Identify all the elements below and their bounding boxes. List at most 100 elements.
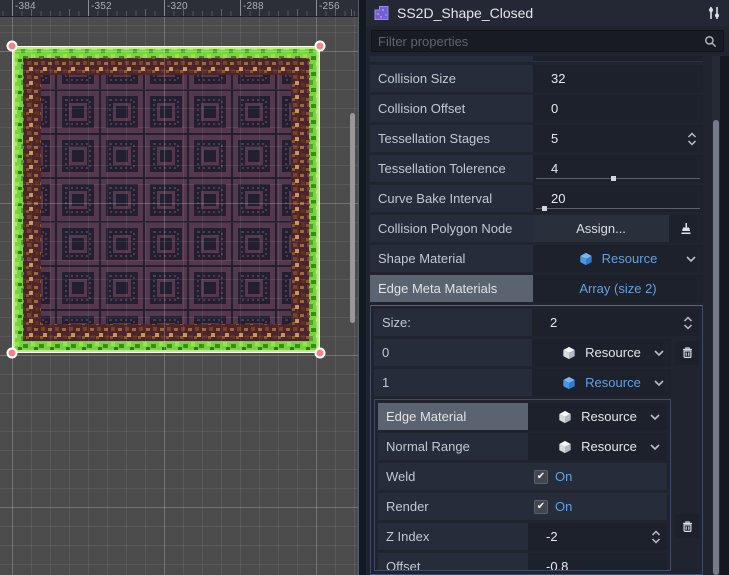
property-row: Collision Offset 0 <box>370 95 703 122</box>
curve-bake-interval-slider[interactable]: 20 <box>533 185 703 212</box>
shape-point-handle-bottom-left[interactable] <box>7 348 18 359</box>
filter-properties-searchbar[interactable] <box>371 30 724 52</box>
edge-meta-materials-array-button[interactable]: Array (size 2) <box>533 275 703 302</box>
array-item1-resource-picker[interactable]: Resource <box>532 369 671 396</box>
field-value: 0 <box>551 101 558 116</box>
resource-link: Resource <box>602 251 658 266</box>
property-row: Normal Range <box>378 433 667 460</box>
field-value: 20 <box>551 191 565 206</box>
property-row: Collision Size 32 <box>370 65 703 92</box>
property-row: Z Index -2 <box>378 523 667 550</box>
checkbox-state-label: On <box>555 499 572 514</box>
property-label: Curve Bake Interval <box>370 185 533 212</box>
slider-grabber[interactable] <box>611 176 616 181</box>
weld-checkbox-row: ✔ On <box>528 463 667 490</box>
shape-point-handle-top-left[interactable] <box>7 41 18 52</box>
edge-meta-material-subpanel: Edge Material <box>374 399 671 571</box>
field-value: -0.8 <box>546 559 568 571</box>
collision-size-field[interactable]: 32 <box>533 65 703 92</box>
ss2d-shape-sprite <box>12 46 320 353</box>
subpanel-side-column <box>675 399 699 571</box>
delete-item-button[interactable] <box>675 341 699 365</box>
weld-checkbox[interactable]: ✔ <box>534 470 548 484</box>
offset-slider[interactable]: -0.8 <box>528 553 667 571</box>
chevron-down-icon[interactable] <box>650 443 660 450</box>
slider-track <box>536 178 700 179</box>
inspector-scrollbar-thumb[interactable] <box>713 120 719 575</box>
z-index-field[interactable]: -2 <box>528 523 667 550</box>
cube-icon <box>579 252 593 266</box>
field-value: 4 <box>551 161 558 176</box>
ruler-label: -384 <box>15 1 36 12</box>
array-size-row: Size: 2 <box>374 309 699 336</box>
resource-link: Resource <box>585 375 641 390</box>
horizontal-ruler: -384 -352 -320 -288 -256 <box>0 0 358 17</box>
viewport-vertical-scrollbar[interactable] <box>350 113 355 323</box>
field-value: 2 <box>550 315 557 330</box>
property-list: Collision Size 32 Collision Offset 0 Tes… <box>370 56 703 575</box>
checkbox-state-label: On <box>555 469 572 484</box>
inspector-right-edge <box>720 56 729 575</box>
assign-node-button[interactable]: Assign... <box>533 215 669 242</box>
tune-sliders-icon[interactable] <box>706 5 722 21</box>
tessellation-stages-field[interactable]: 5 <box>533 125 703 152</box>
render-checkbox[interactable]: ✔ <box>534 500 548 514</box>
broom-icon <box>679 222 693 236</box>
property-label-highlighted: Edge Material <box>378 403 528 430</box>
updown-spinner-icon[interactable] <box>651 530 661 544</box>
property-row: Edge Material <box>378 403 667 430</box>
property-label: Size: <box>374 309 532 336</box>
property-row: Shape Material Resource <box>370 245 703 272</box>
property-label: Shape Material <box>370 245 533 272</box>
clipped-property-row <box>370 56 703 62</box>
property-label: Render <box>378 493 528 520</box>
property-label: Collision Offset <box>370 95 533 122</box>
chevron-down-icon[interactable] <box>650 413 660 420</box>
array-size-link[interactable]: Array (size 2) <box>533 281 703 296</box>
array-index-label: 1 <box>374 369 532 396</box>
chevron-down-icon[interactable] <box>654 349 664 356</box>
property-row: Edge Meta Materials Array (size 2) <box>370 275 703 302</box>
resource-link: Resource <box>581 439 637 454</box>
property-label: Z Index <box>378 523 528 550</box>
collision-polygon-node-value: Assign... <box>533 215 703 242</box>
field-value: -2 <box>546 529 558 544</box>
field-value: 32 <box>551 71 565 86</box>
ss2d-shape-icon <box>373 5 390 21</box>
slider-grabber[interactable] <box>542 206 547 211</box>
updown-spinner-icon[interactable] <box>683 316 693 330</box>
inspector-header: SS2D_Shape_Closed <box>366 0 729 26</box>
chevron-down-icon[interactable] <box>686 255 696 262</box>
viewport-2d[interactable]: -384 -352 -320 -288 -256 <box>0 0 358 575</box>
array-item-row: 0 Resource <box>374 339 699 366</box>
dock-gap <box>359 0 366 575</box>
resource-link: Resource <box>581 409 637 424</box>
clear-node-button[interactable] <box>669 215 703 242</box>
shape-material-resource-picker[interactable]: Resource <box>533 245 703 272</box>
property-row: Tessellation Tolerence 4 <box>370 155 703 182</box>
shape-point-handle-top-right[interactable] <box>315 41 326 52</box>
normal-range-resource-picker[interactable]: Resource <box>528 433 667 460</box>
property-label: Weld <box>378 463 528 490</box>
property-row: Curve Bake Interval 20 <box>370 185 703 212</box>
tessellation-tolerence-slider[interactable]: 4 <box>533 155 703 182</box>
expanded-resource-wrapper: Edge Material <box>374 399 699 571</box>
cube-icon <box>562 346 576 360</box>
canvas-2d[interactable] <box>0 17 358 575</box>
updown-spinner-icon[interactable] <box>687 132 697 146</box>
cube-icon <box>558 440 572 454</box>
chevron-down-icon[interactable] <box>654 379 664 386</box>
search-input[interactable] <box>372 34 704 49</box>
shape-point-handle-bottom-right[interactable] <box>315 348 326 359</box>
property-label-highlighted: Edge Meta Materials <box>370 275 533 302</box>
godot-editor-window: -384 -352 -320 -288 -256 <box>0 0 729 575</box>
collision-offset-field[interactable]: 0 <box>533 95 703 122</box>
render-checkbox-row: ✔ On <box>528 493 667 520</box>
edge-material-resource-picker[interactable]: Resource <box>528 403 667 430</box>
magnifier-icon <box>704 35 717 48</box>
property-row: Collision Polygon Node Assign... <box>370 215 703 242</box>
trash-icon <box>681 520 694 533</box>
array-item0-resource-picker[interactable]: Resource <box>532 339 671 366</box>
delete-item-button[interactable] <box>675 514 699 538</box>
array-size-field[interactable]: 2 <box>532 309 699 336</box>
